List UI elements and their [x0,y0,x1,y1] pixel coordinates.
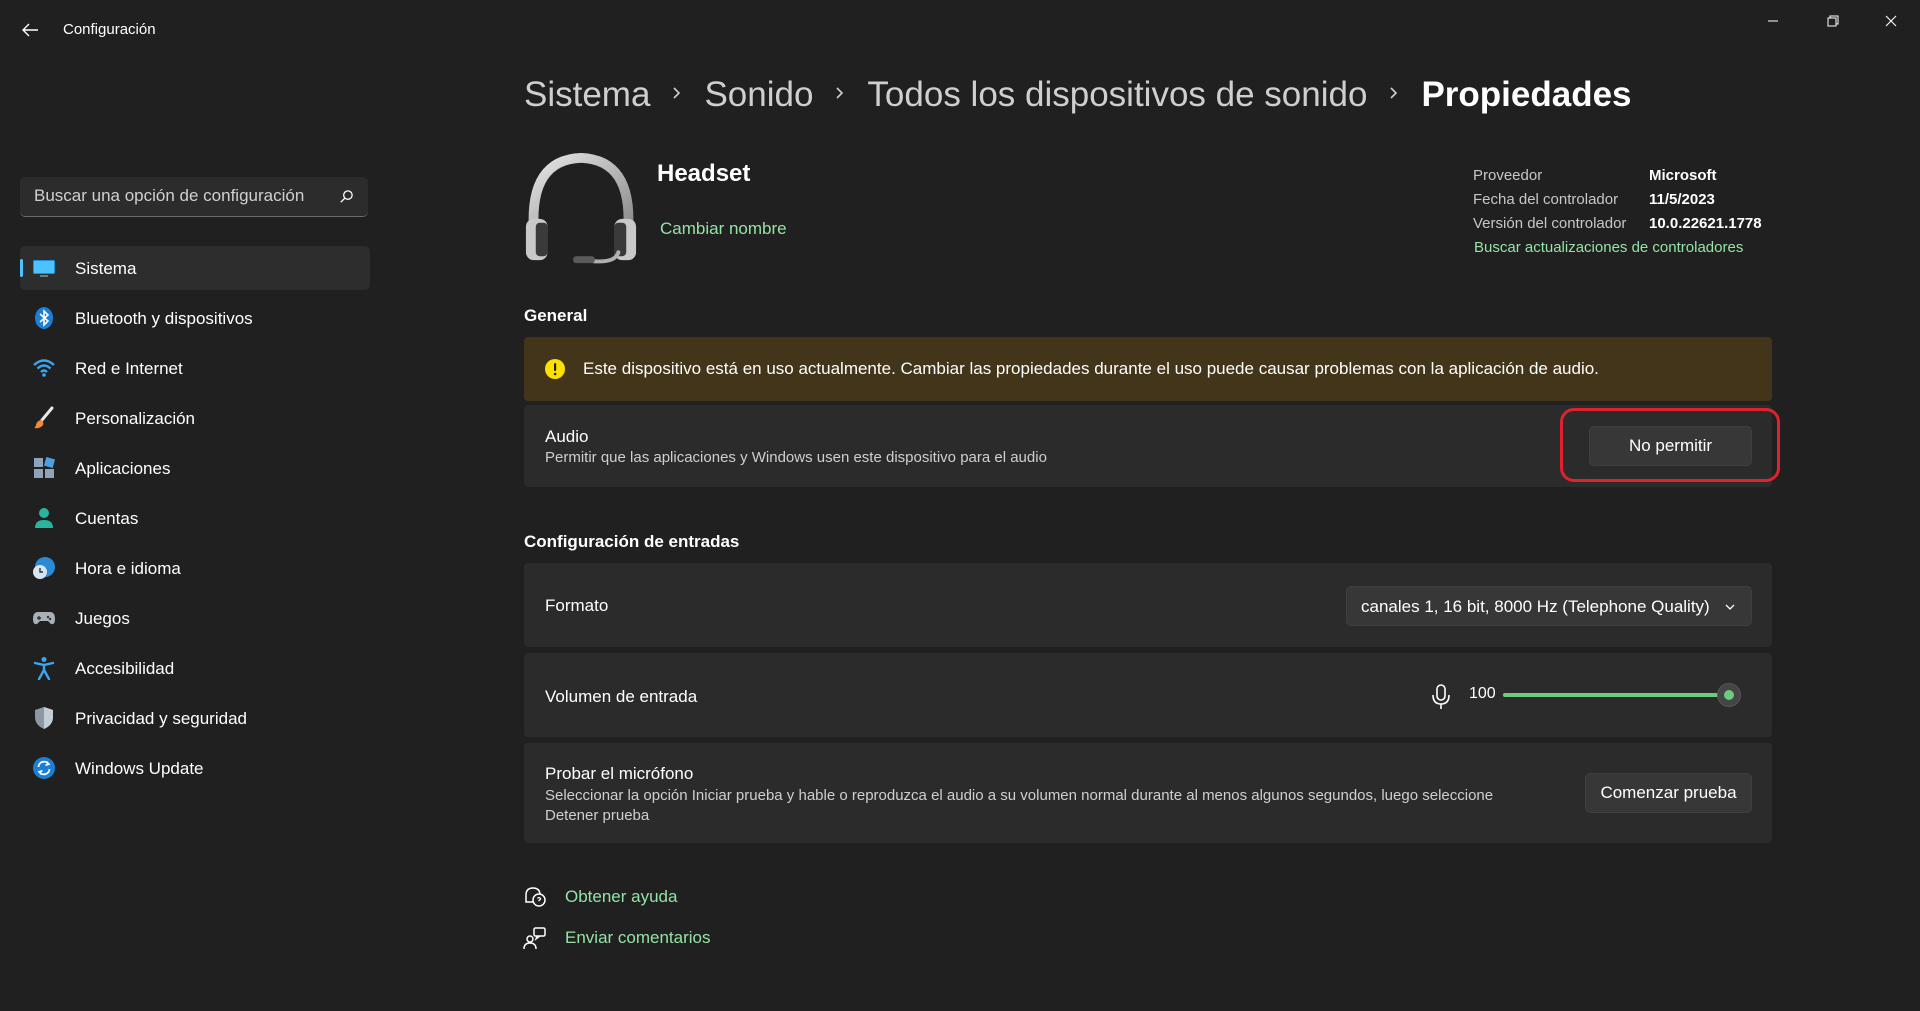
restore-button[interactable] [1810,8,1856,32]
microphone-icon[interactable] [1430,683,1452,711]
format-dropdown[interactable]: canales 1, 16 bit, 8000 Hz (Telephone Qu… [1346,586,1752,626]
sidebar-item-windows-update[interactable]: Windows Update [20,746,370,790]
person-icon [35,508,53,528]
app-title: Configuración [63,21,156,38]
sidebar-item-accesibilidad[interactable]: Accesibilidad [20,646,370,690]
sidebar-item-personalizacion[interactable]: Personalización [20,396,370,440]
accessibility-icon [33,657,55,680]
driver-version-value: 10.0.22621.1778 [1649,215,1762,232]
bluetooth-icon [35,307,53,329]
search-box [20,177,368,217]
format-label: Formato [545,596,609,615]
volume-slider[interactable] [1503,683,1741,707]
sidebar-nav: Sistema Bluetooth y dispositivos Red e I… [20,246,370,796]
minimize-button[interactable] [1750,8,1796,32]
sidebar-item-label: Red e Internet [75,359,183,378]
sidebar-item-label: Hora e idioma [75,559,181,578]
minimize-icon [1768,20,1778,22]
sidebar-item-sistema[interactable]: Sistema [20,246,370,290]
shield-icon [35,707,53,729]
restore-icon [1827,15,1839,27]
sidebar-item-cuentas[interactable]: Cuentas [20,496,370,540]
driver-date-value: 11/5/2023 [1649,191,1715,208]
sidebar-item-label: Aplicaciones [75,459,171,478]
warning-icon [545,359,565,379]
sidebar-item-label: Bluetooth y dispositivos [75,309,253,328]
close-button[interactable] [1868,8,1914,32]
breadcrumb-sistema[interactable]: Sistema [524,75,650,115]
warning-infobar: Este dispositivo está en uso actualmente… [524,337,1772,401]
sidebar-item-label: Cuentas [75,509,139,528]
audio-title: Audio [545,427,589,446]
globe-clock-icon [33,557,55,579]
section-title-general: General [524,306,588,325]
sidebar-item-label: Juegos [75,609,130,628]
apps-icon [34,456,56,478]
sidebar-item-label: Windows Update [75,759,204,778]
sidebar-item-label: Personalización [75,409,196,428]
help-link[interactable]: Obtener ayuda [565,887,677,907]
sidebar-item-hora[interactable]: Hora e idioma [20,546,370,590]
mic-test-description: Seleccionar la opción Iniciar prueba y h… [545,787,1494,824]
feedback-icon [523,927,546,950]
feedback-link[interactable]: Enviar comentarios [565,928,711,948]
slider-fill [1503,693,1729,697]
slider-thumb[interactable] [1717,683,1741,707]
section-title-input: Configuración de entradas [524,532,740,551]
breadcrumb-current: Propiedades [1421,75,1632,114]
paintbrush-icon [34,406,54,429]
sidebar-item-juegos[interactable]: Juegos [20,596,370,640]
mic-test-title: Probar el micrófono [545,764,694,783]
search-input[interactable] [20,177,320,215]
warning-text: Este dispositivo está en uso actualmente… [583,359,1599,378]
chevron-right-icon [813,86,867,105]
provider-value: Microsoft [1649,167,1717,184]
chevron-down-icon [1725,604,1735,610]
chevron-right-icon [650,86,704,105]
sidebar-item-bluetooth[interactable]: Bluetooth y dispositivos [20,296,370,340]
arrow-left-icon [22,23,38,37]
sidebar-item-label: Accesibilidad [75,659,175,678]
driver-version-label: Versión del controlador [1473,215,1627,232]
active-indicator [20,259,23,277]
driver-date-label: Fecha del controlador [1473,191,1619,208]
input-volume-label: Volumen de entrada [545,687,698,706]
start-test-button[interactable]: Comenzar prueba [1585,773,1752,813]
sidebar-item-label: Privacidad y seguridad [75,709,247,728]
sidebar-item-aplicaciones[interactable]: Aplicaciones [20,446,370,490]
back-button[interactable] [18,18,42,42]
provider-label: Proveedor [1473,167,1543,184]
sidebar-item-red[interactable]: Red e Internet [20,346,370,390]
update-icon [33,757,55,779]
headset-icon [525,152,637,264]
close-icon [1885,15,1897,27]
sidebar-item-privacidad[interactable]: Privacidad y seguridad [20,696,370,740]
gamepad-icon [33,612,55,625]
volume-value: 100 [1469,685,1496,702]
sidebar-item-label: Sistema [75,259,137,278]
help-chat-icon [525,887,546,907]
breadcrumb-sonido[interactable]: Sonido [704,75,813,115]
chevron-right-icon [1367,86,1421,105]
monitor-icon [33,260,55,277]
format-value: canales 1, 16 bit, 8000 Hz (Telephone Qu… [1361,597,1710,616]
wifi-icon [33,359,55,377]
device-name: Headset [657,160,751,187]
driver-update-link[interactable]: Buscar actualizaciones de controladores [1474,239,1743,256]
audio-description: Permitir que las aplicaciones y Windows … [545,449,1047,466]
rename-link[interactable]: Cambiar nombre [660,219,787,239]
search-icon[interactable] [339,189,354,204]
breadcrumb: Sistema Sonido Todos los dispositivos de… [524,70,1632,120]
breadcrumb-todos-dispositivos[interactable]: Todos los dispositivos de sonido [867,75,1367,115]
highlight-outline [1560,408,1780,482]
title-bar: Configuración [0,0,1920,60]
